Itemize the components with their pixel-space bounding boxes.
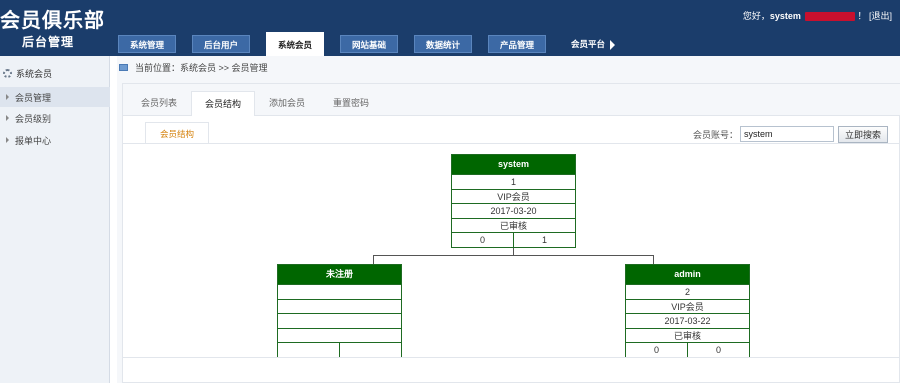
brand-title: 会员俱乐部 [0, 10, 105, 32]
node-counts: 0 0 [626, 342, 749, 357]
gear-icon [3, 68, 12, 78]
node-counts [278, 342, 401, 357]
nav-tab-products[interactable]: 产品管理 [488, 35, 546, 53]
node-date [278, 313, 401, 328]
home-icon [119, 63, 128, 71]
tab-member-structure[interactable]: 会员结构 [191, 91, 255, 116]
top-header: 会员俱乐部 后台管理 您好，system 超级管理员！ [退出] 系统管理 后台… [0, 0, 900, 56]
search-label: 会员账号： [693, 130, 739, 140]
node-status: 已审核 [626, 327, 749, 343]
logout-link[interactable]: [退出] [869, 11, 892, 21]
node-left-count: 0 [626, 343, 688, 357]
connector-line [653, 255, 654, 264]
brand-subtitle: 后台管理 [22, 35, 75, 49]
user-greeting: 您好，system 超级管理员！ [退出] [743, 9, 892, 22]
sidebar-item-label: 会员管理 [15, 92, 52, 103]
tree-node-root[interactable]: system 1 VIP会员 2017-03-20 已审核 0 1 [451, 154, 576, 248]
node-date: 2017-03-20 [452, 203, 575, 218]
node-left-count [278, 343, 340, 357]
nav-tab-member-platform-label: 会员平台 [570, 39, 605, 49]
node-right-count [340, 343, 401, 357]
node-name: 未注册 [278, 265, 401, 284]
node-date: 2017-03-22 [626, 313, 749, 328]
tab-add-member[interactable]: 添加会员 [255, 91, 319, 115]
node-name: admin [626, 265, 749, 284]
main-content: 当前位置：系统会员 >> 会员管理 会员列表 会员结构 添加会员 重置密码 会员… [117, 56, 900, 383]
node-id: 1 [452, 174, 575, 189]
node-level: VIP会员 [626, 298, 749, 314]
node-right-count: 1 [541, 235, 547, 245]
node-left-count: 0 [452, 233, 514, 247]
nav-tab-system[interactable]: 系统管理 [118, 35, 176, 53]
tab-reset-password[interactable]: 重置密码 [319, 91, 383, 115]
member-account-input[interactable] [740, 126, 834, 142]
tree-node-left[interactable]: 未注册 [277, 264, 402, 358]
user-role-badge: 超级管理员 [805, 12, 856, 22]
content-panel: 会员列表 会员结构 添加会员 重置密码 会员结构 会员账号： 立即搜索 syst… [122, 83, 900, 383]
nav-tab-statistics[interactable]: 数据统计 [414, 35, 472, 53]
nav-tab-member-platform[interactable]: 会员平台 [562, 35, 624, 53]
node-status [278, 327, 401, 343]
tree-node-right[interactable]: admin 2 VIP会员 2017-03-22 已审核 0 0 [625, 264, 750, 358]
tab-bar: 会员列表 会员结构 添加会员 重置密码 [123, 84, 900, 116]
node-right-count: 0 [715, 345, 721, 355]
bullet-icon [6, 137, 9, 143]
sidebar-item-label: 报单中心 [15, 135, 52, 146]
search-button[interactable]: 立即搜索 [838, 126, 888, 143]
nav-tab-website[interactable]: 网站基础 [340, 35, 398, 53]
connector-line [373, 255, 654, 256]
sidebar-item-order-center[interactable]: 报单中心 [0, 130, 110, 150]
bullet-icon [6, 94, 9, 100]
connector-line [373, 255, 374, 264]
sidebar-item-member-management[interactable]: 会员管理 [0, 87, 110, 107]
sidebar-item-label: 会员级别 [15, 113, 52, 124]
sidebar: 系统会员 会员管理 会员级别 报单中心 [0, 56, 110, 383]
node-id: 2 [626, 284, 749, 299]
greeting-exclaim: ！ [857, 11, 867, 21]
caret-right-icon [610, 39, 615, 50]
bullet-icon [6, 115, 9, 121]
node-counts: 0 1 [452, 232, 575, 247]
divider [123, 143, 900, 144]
breadcrumb-text: 当前位置：系统会员 >> 会员管理 [135, 62, 268, 73]
divider [123, 357, 900, 358]
subtab-member-structure[interactable]: 会员结构 [145, 122, 209, 144]
tab-member-list[interactable]: 会员列表 [127, 91, 191, 115]
username: system [769, 11, 801, 21]
breadcrumb: 当前位置：系统会员 >> 会员管理 [117, 56, 900, 78]
nav-tab-admin-users[interactable]: 后台用户 [192, 35, 250, 53]
sidebar-title-label: 系统会员 [16, 68, 53, 79]
node-level [278, 298, 401, 314]
nav-tab-members[interactable]: 系统会员 [266, 32, 324, 56]
sidebar-title: 系统会员 [0, 64, 110, 82]
main-nav: 系统管理 后台用户 系统会员 网站基础 数据统计 产品管理 会员平台 [118, 32, 640, 56]
sidebar-item-member-level[interactable]: 会员级别 [0, 108, 110, 128]
node-level: VIP会员 [452, 188, 575, 204]
greeting-prefix: 您好， [742, 11, 770, 21]
node-status: 已审核 [452, 217, 575, 233]
node-name: system [452, 155, 575, 174]
node-id [278, 284, 401, 299]
